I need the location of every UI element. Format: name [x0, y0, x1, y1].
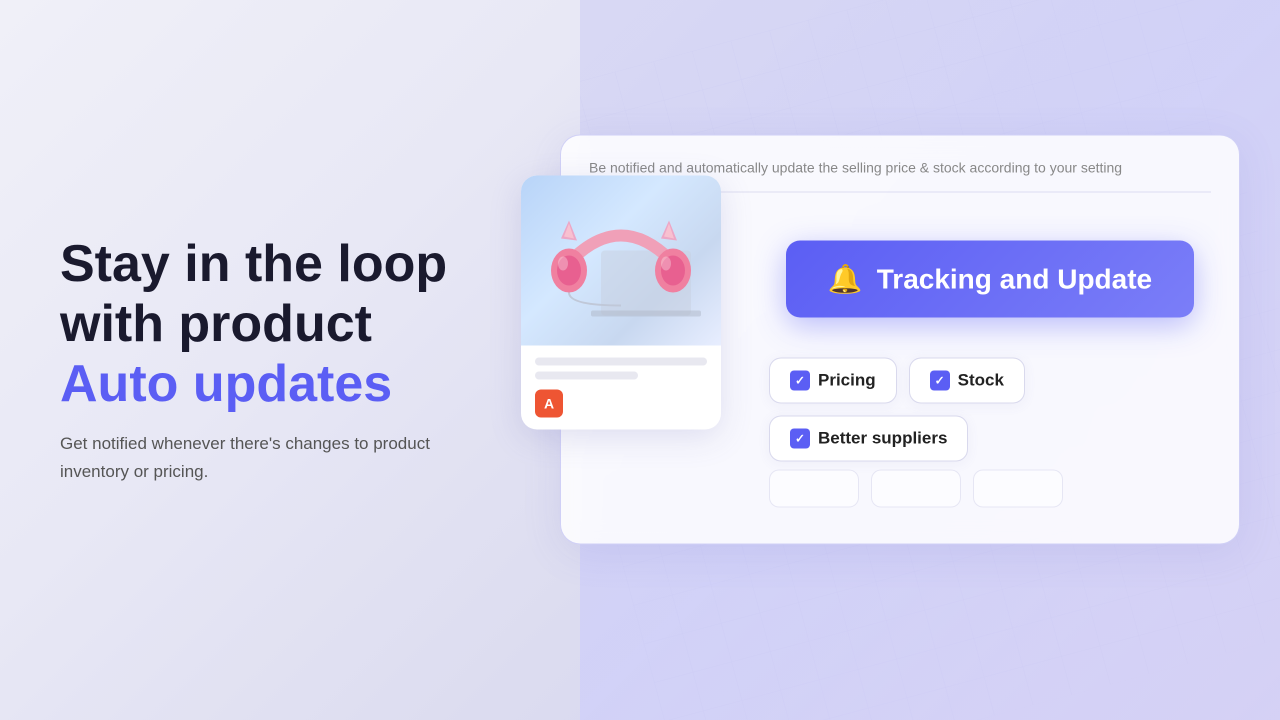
sub-description: Get notified whenever there's changes to… [60, 431, 440, 485]
product-line-short [535, 372, 638, 380]
sub-tags-row [769, 470, 1211, 508]
sub-tag-3 [973, 470, 1063, 508]
tracking-update-button[interactable]: 🔔 Tracking and Update [786, 241, 1194, 318]
heading-line2: with product [60, 295, 372, 353]
product-card: A [521, 176, 721, 430]
tags-row: ✓ Pricing ✓ Stock ✓ Better suppliers [769, 358, 1211, 462]
better-suppliers-checkmark: ✓ [790, 429, 810, 449]
bell-icon: 🔔 [828, 263, 863, 296]
tracking-button-label: Tracking and Update [877, 263, 1152, 295]
sub-tag-1 [769, 470, 859, 508]
stock-checkmark: ✓ [930, 371, 950, 391]
main-card: Be notified and automatically update the… [560, 135, 1240, 545]
pricing-tag: ✓ Pricing [769, 358, 897, 404]
headphones-illustration [541, 191, 701, 331]
pricing-checkmark: ✓ [790, 371, 810, 391]
better-suppliers-tag: ✓ Better suppliers [769, 416, 968, 462]
stock-tag: ✓ Stock [909, 358, 1025, 404]
product-card-bottom: A [521, 346, 721, 430]
better-suppliers-label: Better suppliers [818, 429, 947, 449]
heading-accent: Auto updates [60, 355, 392, 413]
center-area: 🔔 Tracking and Update [769, 221, 1211, 358]
product-lines [535, 358, 707, 380]
product-line-full [535, 358, 707, 366]
aliexpress-badge: A [535, 390, 563, 418]
product-image [521, 176, 721, 346]
main-heading: Stay in the loop with product Auto updat… [60, 235, 447, 414]
right-content-area: Be notified and automatically update the… [560, 135, 1240, 545]
pricing-label: Pricing [818, 371, 876, 391]
heading-line1: Stay in the loop [60, 235, 447, 293]
left-content-area: Stay in the loop with product Auto updat… [60, 235, 447, 485]
sub-tag-2 [871, 470, 961, 508]
stock-label: Stock [958, 371, 1004, 391]
